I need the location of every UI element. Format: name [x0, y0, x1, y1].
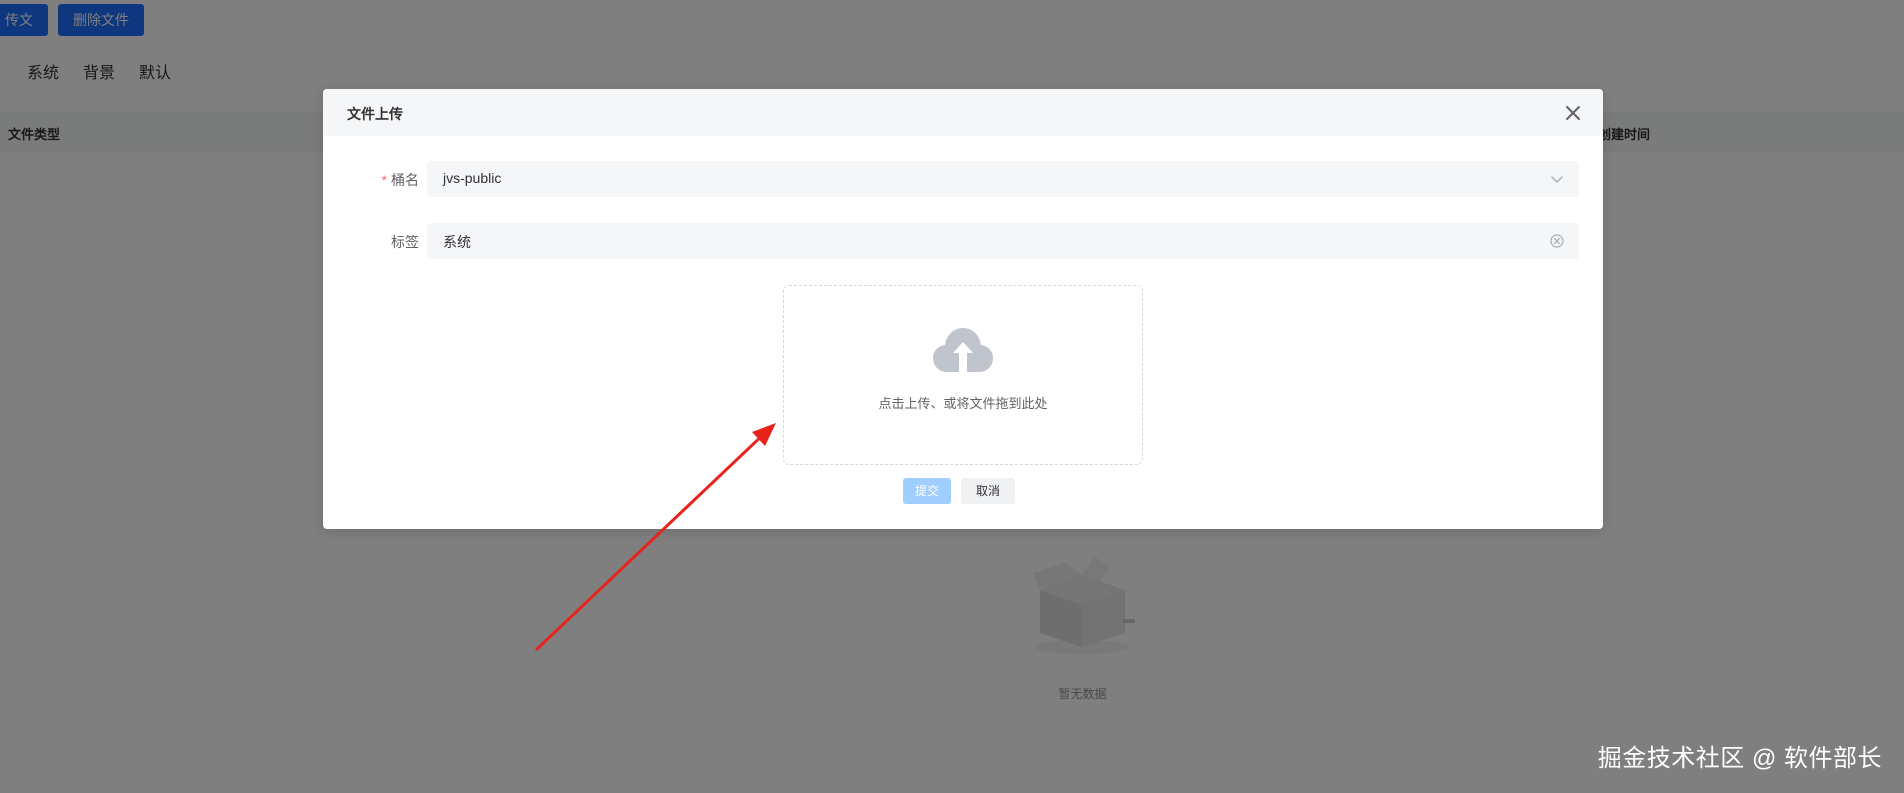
bucket-select-value: jvs-public: [443, 170, 502, 186]
watermark: 掘金技术社区 @ 软件部长: [1597, 745, 1882, 772]
dialog-actions: 提交 取消: [903, 478, 1016, 504]
tag-input[interactable]: 系统: [427, 223, 1579, 259]
bucket-form-row: * 桶名 jvs-public: [323, 161, 1603, 197]
upload-hint: 点击上传、或将文件拖到此处: [878, 396, 1048, 411]
tag-label: 标签: [391, 234, 419, 250]
tag-form-row: 标签 系统: [323, 223, 1603, 259]
required-mark: *: [381, 172, 387, 188]
upload-dropzone[interactable]: 点击上传、或将文件拖到此处: [783, 285, 1143, 465]
tag-input-value: 系统: [443, 234, 471, 250]
clear-icon[interactable]: [1549, 233, 1565, 249]
cloud-upload-icon: [933, 328, 993, 372]
dialog-header: 文件上传: [323, 89, 1603, 136]
dialog-title: 文件上传: [347, 106, 403, 122]
close-icon[interactable]: [1563, 103, 1583, 123]
file-upload-dialog: 文件上传 * 桶名 jvs-public 标签 系统 点击上传、或将文件拖到此处…: [323, 89, 1603, 529]
bucket-select[interactable]: jvs-public: [427, 161, 1579, 197]
submit-button[interactable]: 提交: [903, 478, 952, 504]
cancel-button[interactable]: 取消: [961, 478, 1016, 504]
chevron-down-icon[interactable]: [1549, 171, 1565, 187]
bucket-label: * 桶名: [382, 170, 419, 190]
bucket-label-text: 桶名: [391, 172, 419, 188]
